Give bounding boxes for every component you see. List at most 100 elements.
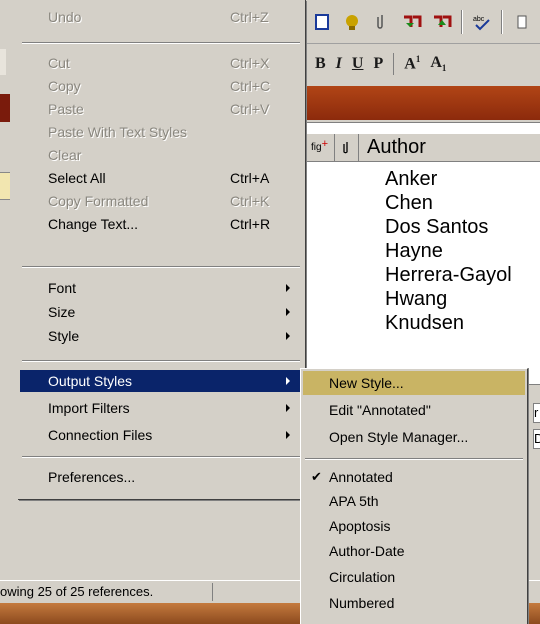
- menu-item-connection-files[interactable]: Connection Files: [20, 424, 302, 446]
- globe-icon[interactable]: [341, 11, 363, 33]
- attach-icon: [342, 141, 348, 153]
- attach-icon[interactable]: [371, 11, 393, 33]
- author-column-header[interactable]: Author: [359, 134, 540, 161]
- italic-button[interactable]: I: [336, 55, 342, 73]
- format-bibliography-icon[interactable]: [431, 11, 453, 33]
- menu-item-copy-formatted[interactable]: Copy Formatted Ctrl+K: [20, 190, 302, 212]
- menu-item-import-filters[interactable]: Import Filters: [20, 397, 302, 419]
- superscript-button[interactable]: A1: [404, 54, 420, 73]
- figure-plus-icon: +: [321, 137, 328, 150]
- menu-item-label: Copy Formatted: [48, 193, 149, 209]
- menu-item-change-text[interactable]: Change Text... Ctrl+R: [20, 213, 302, 235]
- plain-button[interactable]: P: [373, 55, 383, 73]
- submenu-item-style-apa[interactable]: APA 5th: [303, 489, 525, 513]
- menu-item-label: Font: [48, 280, 77, 296]
- reference-list-header: fig + Author: [305, 133, 540, 162]
- left-edge-fragment: [0, 49, 6, 75]
- list-item[interactable]: Chen: [385, 191, 512, 215]
- submenu-item-label: Apoptosis: [329, 518, 391, 534]
- submenu-arrow-icon: [286, 404, 290, 412]
- left-edge-red-fragment: [0, 94, 10, 122]
- figure-column-label: fig: [311, 142, 322, 153]
- submenu-arrow-icon: [286, 308, 290, 316]
- menu-separator: [22, 360, 300, 362]
- menu-item-label: Connection Files: [48, 427, 153, 443]
- menu-item-shortcut: Ctrl+C: [230, 78, 271, 94]
- superscript-letter: A: [404, 55, 416, 73]
- menu-item-size[interactable]: Size: [20, 301, 302, 323]
- submenu-item-label: New Style...: [329, 375, 404, 391]
- submenu-item-style-apoptosis[interactable]: Apoptosis: [303, 514, 525, 538]
- submenu-item-style-numbered[interactable]: Numbered: [303, 591, 525, 615]
- preview-field[interactable]: D: [533, 429, 540, 449]
- menu-item-paste-with-text-styles[interactable]: Paste With Text Styles: [20, 121, 302, 143]
- superscript-mark: 1: [415, 54, 421, 65]
- submenu-item-label: Edit "Annotated": [329, 402, 431, 418]
- subscript-letter: A: [430, 54, 442, 72]
- menu-item-label: Import Filters: [48, 400, 130, 416]
- edit-menu: Undo Ctrl+Z Cut Ctrl+X Copy Ctrl+C Paste…: [18, 0, 306, 500]
- status-text: owing 25 of 25 references.: [0, 584, 154, 599]
- figure-column-header[interactable]: fig +: [305, 134, 335, 161]
- menu-item-label: Clear: [48, 147, 82, 163]
- menu-item-shortcut: Ctrl+R: [230, 216, 271, 232]
- reference-list-pane: fig + Author Anker Chen Dos Santos Hayne …: [305, 122, 540, 385]
- submenu-arrow-icon: [286, 431, 290, 439]
- insert-citation-icon[interactable]: [401, 11, 423, 33]
- list-item[interactable]: Hayne: [385, 239, 512, 263]
- submenu-item-label: Circulation: [329, 569, 396, 585]
- submenu-item-label: Open Style Manager...: [329, 429, 469, 445]
- submenu-item-label: Author-Date: [329, 543, 405, 559]
- menu-item-cut[interactable]: Cut Ctrl+X: [20, 52, 302, 74]
- menu-separator: [305, 458, 523, 460]
- menu-item-output-styles[interactable]: Output Styles: [20, 370, 302, 392]
- list-item[interactable]: Hwang: [385, 287, 512, 311]
- menu-item-undo[interactable]: Undo Ctrl+Z: [20, 6, 302, 28]
- menu-separator: [22, 266, 300, 268]
- list-item[interactable]: Anker: [385, 167, 512, 191]
- submenu-item-new-style[interactable]: New Style...: [303, 371, 525, 395]
- menu-item-label: Paste With Text Styles: [48, 124, 188, 140]
- menu-item-label: Select All: [48, 170, 106, 186]
- menu-item-shortcut: Ctrl+V: [230, 101, 270, 117]
- list-item[interactable]: Herrera-Gayol: [385, 263, 512, 287]
- bold-button[interactable]: B: [315, 55, 326, 73]
- submenu-arrow-icon: [286, 284, 290, 292]
- menu-item-select-all[interactable]: Select All Ctrl+A: [20, 167, 302, 189]
- submenu-item-style-circulation[interactable]: Circulation: [303, 565, 525, 589]
- underline-button[interactable]: U: [352, 55, 364, 73]
- left-edge-field-fragment: [0, 172, 10, 200]
- output-styles-submenu: New Style... Edit "Annotated" Open Style…: [300, 368, 528, 624]
- submenu-item-label: Annotated: [329, 469, 393, 485]
- menu-separator: [22, 456, 300, 458]
- submenu-arrow-icon: [286, 377, 290, 385]
- attachment-column-header[interactable]: [335, 134, 359, 161]
- menu-item-preferences[interactable]: Preferences...: [20, 466, 302, 488]
- list-item[interactable]: Dos Santos: [385, 215, 512, 239]
- subscript-button[interactable]: A1: [430, 54, 446, 73]
- library-icon[interactable]: [311, 11, 333, 33]
- menu-item-shortcut: Ctrl+X: [230, 55, 270, 71]
- menu-item-shortcut: Ctrl+K: [230, 193, 270, 209]
- submenu-item-label: Numbered: [329, 595, 395, 611]
- menu-item-paste[interactable]: Paste Ctrl+V: [20, 98, 302, 120]
- toolbar-separator: [501, 9, 503, 34]
- menu-item-clear[interactable]: Clear: [20, 144, 302, 166]
- preview-field[interactable]: r: [533, 403, 540, 423]
- toolbar-separator: [393, 53, 395, 75]
- menu-item-label: Undo: [48, 9, 82, 25]
- spell-check-icon[interactable]: abc: [471, 11, 493, 33]
- submenu-item-style-author-date[interactable]: Author-Date: [303, 539, 525, 563]
- subscript-mark: 1: [441, 63, 447, 74]
- list-item[interactable]: Knudsen: [385, 311, 512, 335]
- menu-separator: [22, 42, 300, 44]
- submenu-item-style-annotated[interactable]: ✔ Annotated: [303, 465, 525, 489]
- menu-item-style[interactable]: Style: [20, 325, 302, 347]
- menu-item-copy[interactable]: Copy Ctrl+C: [20, 75, 302, 97]
- submenu-item-edit-annotated[interactable]: Edit "Annotated": [303, 398, 525, 422]
- menu-item-font[interactable]: Font: [20, 277, 302, 299]
- menu-item-label: Copy: [48, 78, 81, 94]
- library-title-bar: [305, 86, 540, 120]
- submenu-item-open-style-manager[interactable]: Open Style Manager...: [303, 425, 525, 449]
- toolbar-more-icon[interactable]: [511, 11, 533, 33]
